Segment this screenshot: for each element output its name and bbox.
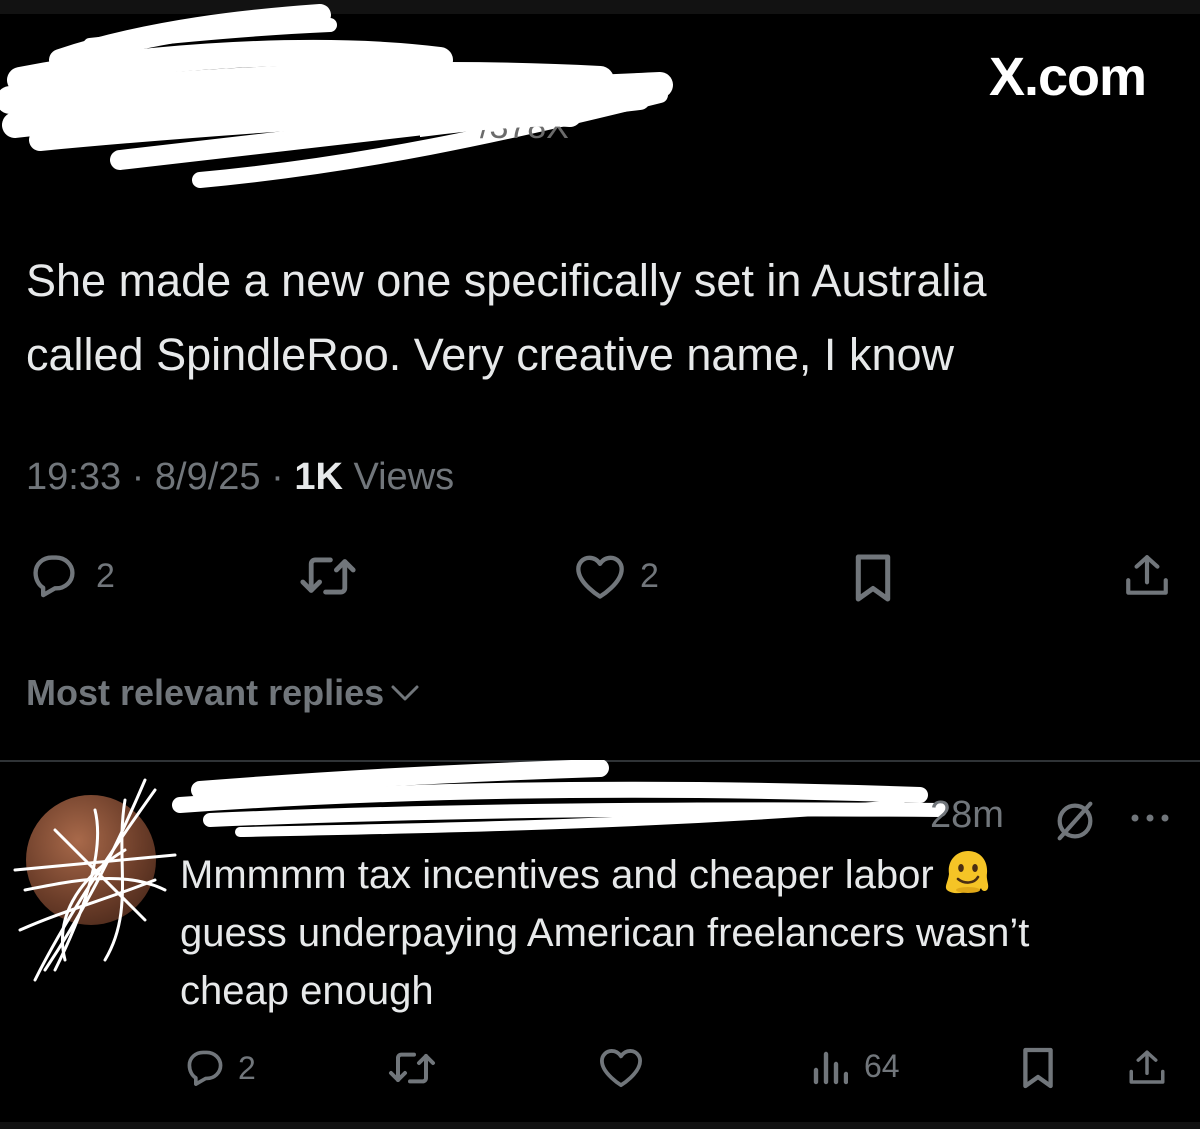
reply-count: 2	[96, 556, 115, 595]
heart-icon	[600, 1049, 642, 1088]
reply-button[interactable]: 2	[26, 550, 115, 602]
tweet-text-line-1: She made a new one specifically set in A…	[26, 255, 987, 306]
melting-face-icon	[945, 851, 988, 894]
tweet-text-line-2: called SpindleRoo. Very creative name, I…	[26, 329, 954, 380]
reply-views-count: 64	[864, 1047, 900, 1084]
tweet-date: 8/9/25	[154, 456, 261, 498]
reply-text-line-1: Mmmmm tax incentives and cheaper labor	[180, 846, 1180, 904]
heart-icon	[576, 555, 624, 599]
meta-separator: ·	[271, 456, 284, 498]
tweet-time: 19:33	[26, 456, 122, 498]
reply-reply-button[interactable]: 2	[182, 1046, 256, 1090]
reply-repost-button[interactable]	[386, 1048, 438, 1088]
reply-text: Mmmmm tax incentives and cheaper labor g…	[180, 846, 1180, 1020]
redaction-scribble-reply-author	[172, 760, 947, 837]
reply-text-line-1-content: Mmmmm tax incentives and cheaper labor	[180, 853, 934, 897]
grok-icon[interactable]	[1052, 798, 1098, 844]
repost-icon	[300, 557, 356, 595]
replies-sort-dropdown[interactable]: Most relevant replies	[26, 672, 420, 714]
chevron-down-icon	[391, 685, 419, 701]
watermark-x-com: X.com	[988, 47, 1147, 107]
reply-text-line-3: cheap enough	[180, 969, 434, 1013]
like-button[interactable]: 2	[574, 552, 659, 600]
bottom-edge	[0, 1122, 1200, 1129]
reply-time: 28m	[930, 794, 1004, 836]
reply-reply-count: 2	[238, 1049, 256, 1086]
share-icon	[1129, 1050, 1165, 1084]
views-label: Views	[353, 456, 455, 498]
bookmark-icon	[1023, 1047, 1053, 1089]
analytics-icon	[813, 1051, 848, 1085]
reply-views-button[interactable]: 64	[812, 1046, 900, 1086]
reply-share-button[interactable]	[1126, 1046, 1168, 1090]
replies-sort-label: Most relevant replies	[26, 672, 385, 713]
reply-icon	[33, 555, 75, 598]
reply-bookmark-button[interactable]	[1020, 1046, 1056, 1090]
like-count: 2	[640, 556, 659, 595]
bookmark-icon	[855, 554, 891, 602]
views-count: 1K	[294, 456, 343, 498]
redaction-scribble-handle	[420, 102, 582, 137]
reply-like-button[interactable]	[598, 1046, 644, 1088]
share-button[interactable]	[1122, 550, 1172, 602]
repost-button[interactable]	[298, 552, 358, 600]
tweet-meta: 19:33 · 8/9/25 · 1K Views	[26, 456, 454, 499]
share-icon	[1126, 555, 1168, 595]
tweet-text: She made a new one specifically set in A…	[26, 244, 1166, 392]
reply-text-line-2: guess underpaying American freelancers w…	[180, 911, 1030, 955]
reply-icon	[187, 1050, 223, 1086]
bookmark-button[interactable]	[852, 552, 894, 604]
meta-separator: ·	[131, 456, 145, 498]
repost-icon	[389, 1052, 435, 1084]
more-options-icon[interactable]	[1128, 806, 1172, 830]
